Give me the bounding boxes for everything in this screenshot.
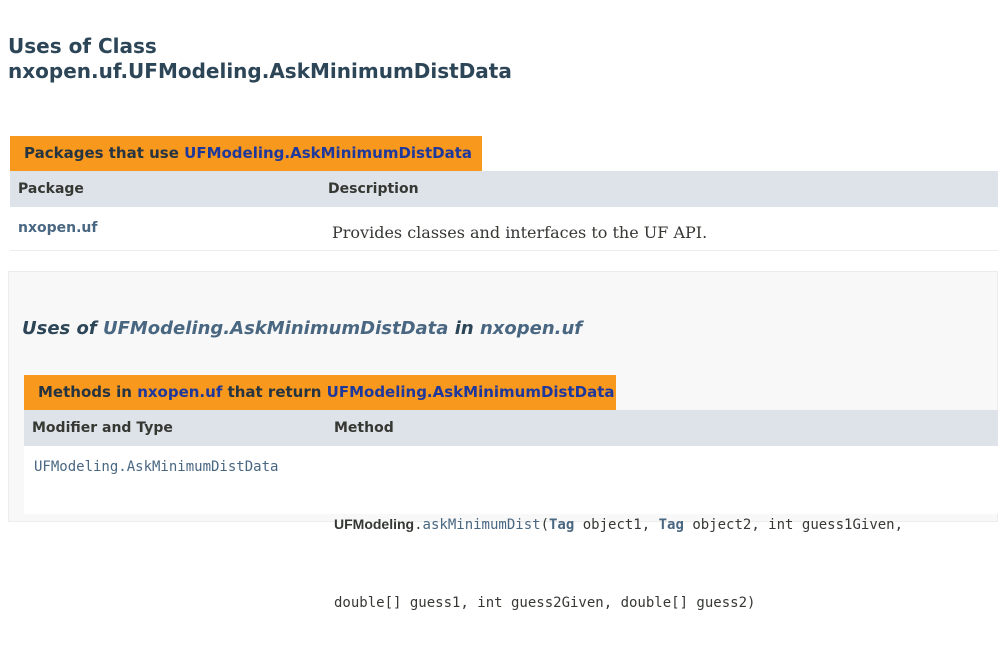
method-signature-line2: double[] guess1, int guess2Given, double… xyxy=(334,595,756,611)
methods-caption-class-link[interactable]: UFModeling.AskMinimumDistData xyxy=(327,383,615,401)
method-column-header: Method xyxy=(334,420,394,436)
method-class-name: UFModeling xyxy=(334,516,415,532)
page-title: Uses of Class nxopen.uf.UFModeling.AskMi… xyxy=(8,34,512,84)
page-title-line2: nxopen.uf.UFModeling.AskMinimumDistData xyxy=(8,59,512,83)
tag-type-link[interactable]: Tag xyxy=(659,517,684,533)
sig-part-b: object1, xyxy=(574,517,659,533)
package-column-header: Package xyxy=(18,181,84,197)
methods-caption-package-link[interactable]: nxopen.uf xyxy=(137,383,222,401)
description-column-header: Description xyxy=(328,181,419,197)
uses-package-link[interactable]: nxopen.uf xyxy=(480,318,582,339)
method-signature: UFModeling.askMinimumDist(Tag object1, T… xyxy=(334,459,996,668)
return-type-link[interactable]: UFModeling.AskMinimumDistData xyxy=(34,459,278,475)
table-row: nxopen.uf Provides classes and interface… xyxy=(10,207,998,251)
uses-middle: in xyxy=(448,318,480,339)
packages-caption-prefix: Packages that use xyxy=(24,144,185,162)
methods-table-caption: Methods in nxopen.uf that return UFModel… xyxy=(24,375,616,410)
method-name-link[interactable]: askMinimumDist xyxy=(423,517,541,533)
table-row: UFModeling.AskMinimumDistData UFModeling… xyxy=(24,446,998,611)
uses-prefix: Uses of xyxy=(22,318,103,339)
page-title-line1: Uses of Class xyxy=(8,34,157,58)
packages-table-header: Package Description xyxy=(10,171,998,207)
packages-table-caption: Packages that use UFModeling.AskMinimumD… xyxy=(10,136,482,171)
methods-caption-middle: that return xyxy=(222,383,327,401)
sig-part-a: ( xyxy=(540,517,549,533)
methods-table-header: Modifier and Type Method xyxy=(24,410,998,446)
packages-caption-class-link[interactable]: UFModeling.AskMinimumDistData xyxy=(184,144,472,162)
sig-part-c: object2, int guess1Given, xyxy=(683,517,904,533)
modifier-type-column-header: Modifier and Type xyxy=(32,420,173,436)
methods-caption-prefix: Methods in xyxy=(38,383,138,401)
method-dot: . xyxy=(414,517,423,533)
package-description: Provides classes and interfaces to the U… xyxy=(332,223,708,242)
tag-type-link[interactable]: Tag xyxy=(549,517,574,533)
method-signature-line1: UFModeling.askMinimumDist(Tag object1, T… xyxy=(334,511,996,538)
package-link[interactable]: nxopen.uf xyxy=(18,220,97,236)
uses-section-title: Uses of UFModeling.AskMinimumDistData in… xyxy=(22,318,582,339)
uses-class-link[interactable]: UFModeling.AskMinimumDistData xyxy=(103,318,448,339)
